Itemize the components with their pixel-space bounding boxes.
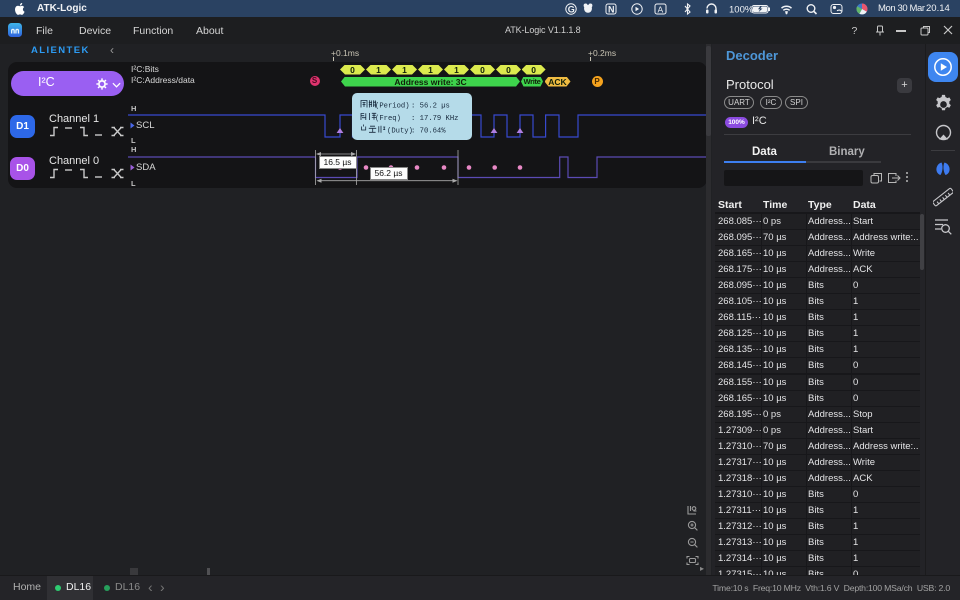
svg-text:: 70.64%: : 70.64% bbox=[411, 128, 446, 136]
svg-text:G: G bbox=[568, 4, 575, 14]
svg-text:: 17.79 KHz: : 17.79 KHz bbox=[411, 115, 458, 123]
svg-text:100%: 100% bbox=[729, 5, 754, 16]
svg-text:A: A bbox=[658, 5, 664, 15]
svg-text:N: N bbox=[608, 5, 615, 15]
svg-text:: 56.2 µs: : 56.2 µs bbox=[411, 103, 450, 111]
svg-text:(Duty): (Duty) bbox=[387, 128, 413, 136]
svg-text:(Freq): (Freq) bbox=[375, 115, 401, 123]
svg-text:(Period): (Period) bbox=[375, 103, 410, 111]
